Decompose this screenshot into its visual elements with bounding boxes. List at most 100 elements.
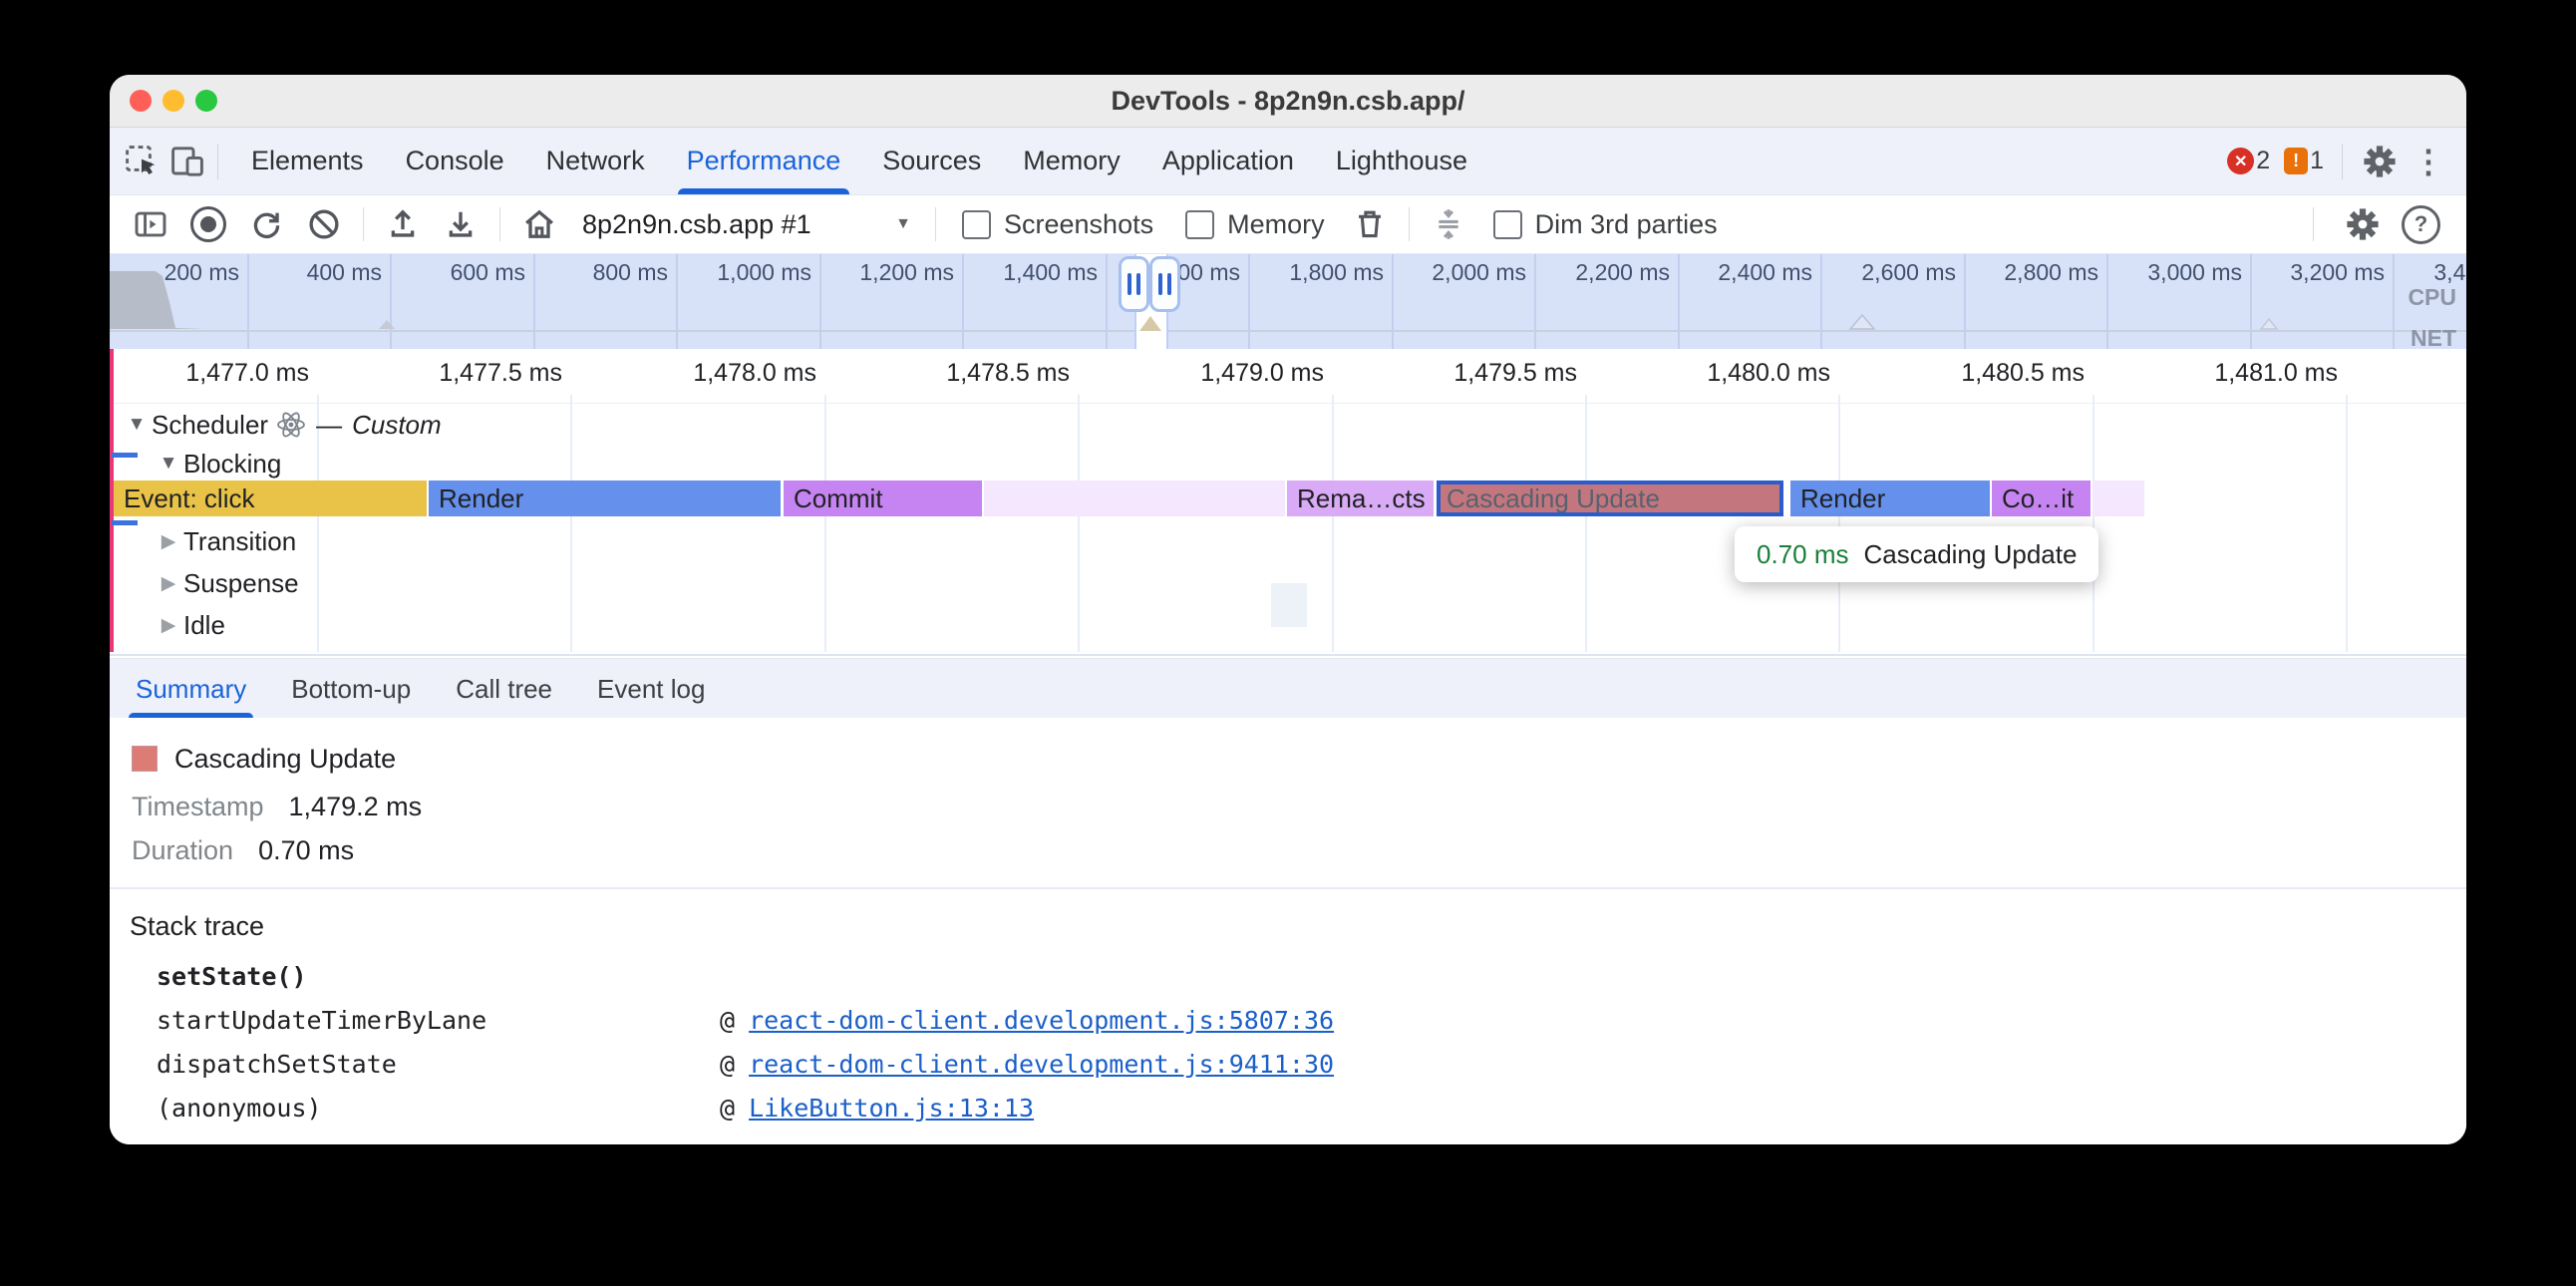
details-tab-event-log[interactable]: Event log bbox=[597, 659, 705, 719]
memory-label: Memory bbox=[1227, 209, 1325, 240]
collapsed-arrow-icon[interactable]: ▶ bbox=[154, 530, 183, 553]
stack-frame: startUpdateTimerByLane@react-dom-client.… bbox=[157, 1005, 2436, 1036]
clear-icon[interactable] bbox=[295, 200, 353, 248]
timeline-gridline bbox=[1078, 395, 1080, 652]
tab-network[interactable]: Network bbox=[525, 128, 666, 194]
timestamp-label: Timestamp bbox=[132, 792, 264, 822]
tab-strip: ElementsConsoleNetworkPerformanceSources… bbox=[230, 128, 1488, 194]
window-title: DevTools - 8p2n9n.csb.app/ bbox=[110, 75, 2466, 127]
selection-left-handle[interactable] bbox=[1119, 256, 1149, 312]
settings-gear-icon[interactable] bbox=[2361, 143, 2399, 180]
load-profile-icon[interactable] bbox=[374, 200, 432, 248]
timeline-tick-label: 1,477.0 ms bbox=[185, 359, 309, 388]
toggle-sidebar-icon[interactable] bbox=[122, 200, 179, 248]
track-row-label: Transition bbox=[183, 526, 296, 557]
cpu-activity-chart bbox=[110, 254, 2466, 349]
frame-source-link[interactable]: react-dom-client.development.js:9411:30 bbox=[749, 1050, 1334, 1079]
timeline-gridline bbox=[2093, 395, 2094, 652]
error-counter[interactable]: ✕ 2 bbox=[2227, 147, 2270, 175]
flame-bar-co-it[interactable]: Co…it bbox=[1992, 481, 2091, 516]
screenshots-checkbox[interactable]: Screenshots bbox=[962, 209, 1153, 240]
device-toolbar-icon[interactable] bbox=[169, 144, 205, 179]
reload-and-record-icon[interactable] bbox=[237, 200, 295, 248]
duration-row: Duration 0.70 ms bbox=[132, 835, 354, 865]
frame-function: (anonymous) bbox=[157, 1094, 720, 1123]
flame-bar-rema-cts[interactable]: Rema…cts bbox=[1287, 481, 1434, 516]
capture-settings-gear-icon[interactable] bbox=[2344, 205, 2382, 243]
inspect-element-icon[interactable] bbox=[124, 144, 160, 179]
warning-counter[interactable]: ! 1 bbox=[2284, 147, 2324, 175]
tab-sources[interactable]: Sources bbox=[861, 128, 1002, 194]
stack-frame: (anonymous)@ LikeButton.js:13:13 bbox=[157, 1093, 2436, 1124]
tab-application[interactable]: Application bbox=[1141, 128, 1315, 194]
timeline-tick-label: 1,480.0 ms bbox=[1707, 359, 1830, 388]
tooltip-duration: 0.70 ms bbox=[1757, 539, 1849, 570]
timeline-gridline bbox=[1585, 395, 1587, 652]
selection-right-handle[interactable] bbox=[1149, 256, 1180, 312]
tabbar-separator bbox=[217, 144, 218, 179]
tab-memory[interactable]: Memory bbox=[1002, 128, 1141, 194]
expanded-arrow-icon[interactable]: ▼ bbox=[122, 414, 152, 436]
save-profile-icon[interactable] bbox=[432, 200, 489, 248]
frame-source-link[interactable]: react-dom-client.development.js:5807:36 bbox=[749, 1006, 1334, 1035]
error-count: 2 bbox=[2256, 147, 2270, 175]
flame-bar-blank[interactable] bbox=[2093, 481, 2144, 516]
memory-checkbox[interactable]: Memory bbox=[1185, 209, 1325, 240]
checkbox-box bbox=[1493, 210, 1522, 239]
timeline-gridline bbox=[570, 395, 572, 652]
timeline-overview[interactable]: 200 ms400 ms600 ms800 ms1,000 ms1,200 ms… bbox=[110, 254, 2466, 349]
tab-console[interactable]: Console bbox=[385, 128, 525, 194]
track-title: Scheduler bbox=[152, 410, 268, 441]
home-icon[interactable] bbox=[510, 200, 568, 248]
flame-chart[interactable]: 1,477.0 ms1,477.5 ms1,478.0 ms1,478.5 ms… bbox=[110, 349, 2466, 656]
track-row-idle[interactable]: ▶Idle bbox=[110, 606, 225, 644]
summary-pane: Cascading Update Timestamp 1,479.2 ms Du… bbox=[110, 718, 2466, 1144]
performance-toolbar: 8p2n9n.csb.app #1 ▼ Screenshots Memory bbox=[110, 195, 2466, 254]
toolbar-separator bbox=[2313, 207, 2314, 241]
details-tab-summary[interactable]: Summary bbox=[136, 659, 246, 719]
collapse-sections-icon[interactable] bbox=[1420, 200, 1477, 248]
more-options-kebab-icon[interactable]: ⋮ bbox=[2413, 146, 2444, 177]
flame-bar-event-click[interactable]: Event: click bbox=[114, 481, 427, 516]
frame-at: @ bbox=[720, 1094, 735, 1123]
details-tab-call-tree[interactable]: Call tree bbox=[456, 659, 552, 719]
track-row-suspense[interactable]: ▶Suspense bbox=[110, 564, 299, 602]
flame-bar-blank[interactable] bbox=[984, 481, 1285, 516]
track-row-transition[interactable]: ▶Transition bbox=[110, 522, 296, 560]
duration-label: Duration bbox=[132, 835, 233, 866]
event-title: Cascading Update bbox=[174, 744, 396, 775]
error-icon: ✕ bbox=[2227, 148, 2254, 174]
cpu-lane-label: CPU bbox=[2408, 284, 2456, 311]
flame-bar-render[interactable]: Render bbox=[429, 481, 781, 516]
target-selector-dropdown[interactable]: 8p2n9n.csb.app #1 ▼ bbox=[568, 209, 925, 240]
titlebar: DevTools - 8p2n9n.csb.app/ bbox=[110, 75, 2466, 128]
track-row-blocking[interactable]: ▼Blocking bbox=[110, 445, 281, 482]
track-subtitle: Custom bbox=[352, 410, 442, 441]
flame-bar-cascading-update[interactable]: Cascading Update bbox=[1437, 481, 1783, 516]
event-tooltip: 0.70 ms Cascading Update bbox=[1735, 526, 2098, 582]
tab-performance[interactable]: Performance bbox=[666, 128, 862, 194]
track-header-scheduler[interactable]: ▼ Scheduler — Custom bbox=[110, 405, 442, 445]
flame-bar-render[interactable]: Render bbox=[1790, 481, 1990, 516]
warning-icon: ! bbox=[2284, 148, 2308, 174]
expanded-arrow-icon[interactable]: ▼ bbox=[154, 453, 183, 475]
collect-garbage-icon[interactable] bbox=[1341, 200, 1399, 248]
dim-3rd-parties-checkbox[interactable]: Dim 3rd parties bbox=[1493, 209, 1718, 240]
details-tab-bottom-up[interactable]: Bottom-up bbox=[291, 659, 411, 719]
timeline-gridline bbox=[1332, 395, 1334, 652]
track-row-label: Idle bbox=[183, 610, 225, 641]
timeline-gridline bbox=[2346, 395, 2348, 652]
track-row-label: Suspense bbox=[183, 568, 299, 599]
toolbar-separator bbox=[935, 207, 936, 241]
devtools-tabbar: ElementsConsoleNetworkPerformanceSources… bbox=[110, 128, 2466, 195]
frame-function: dispatchSetState bbox=[157, 1050, 720, 1079]
help-icon[interactable]: ? bbox=[2402, 205, 2440, 244]
collapsed-arrow-icon[interactable]: ▶ bbox=[154, 572, 183, 595]
react-atom-icon bbox=[276, 410, 306, 440]
collapsed-arrow-icon[interactable]: ▶ bbox=[154, 614, 183, 637]
record-icon[interactable] bbox=[179, 200, 237, 248]
tab-elements[interactable]: Elements bbox=[230, 128, 385, 194]
flame-bar-commit[interactable]: Commit bbox=[784, 481, 982, 516]
tab-lighthouse[interactable]: Lighthouse bbox=[1315, 128, 1488, 194]
frame-source-link[interactable]: LikeButton.js:13:13 bbox=[749, 1094, 1034, 1123]
